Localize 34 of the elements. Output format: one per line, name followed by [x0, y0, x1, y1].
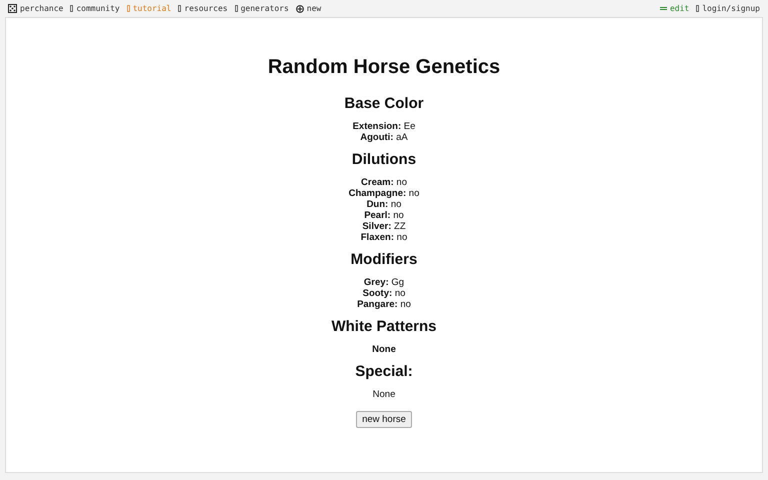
- trait-line: Cream: no: [361, 177, 407, 188]
- nav-link[interactable]: resources: [178, 4, 228, 13]
- section-heading: White Patterns: [331, 318, 436, 335]
- trait-line: Silver: ZZ: [362, 221, 406, 232]
- section-heading: Special:: [355, 363, 413, 380]
- trait-value: None: [372, 344, 396, 355]
- trait-line: Extension: Ee: [352, 121, 416, 132]
- page-title: Random Horse Genetics: [268, 56, 500, 79]
- trait-line: Dun: no: [366, 199, 402, 210]
- trait-line: Sooty: no: [362, 288, 406, 299]
- trait-line: Flaxen: no: [360, 232, 408, 243]
- nav-link[interactable]: new: [296, 4, 322, 13]
- nav-link[interactable]: login/signup: [696, 4, 760, 13]
- section-heading: Base Color: [344, 95, 424, 112]
- dice-icon: [8, 4, 17, 13]
- trait-line: Grey: Gg: [364, 277, 404, 288]
- box-icon: [234, 5, 238, 12]
- nav-link[interactable]: edit: [660, 4, 690, 13]
- section-heading: Dilutions: [352, 151, 416, 168]
- trait-line: Agouti: aA: [360, 132, 408, 143]
- trait-line: Pearl: no: [364, 210, 404, 221]
- section-heading: Modifiers: [350, 251, 418, 268]
- plus-circle-icon: [296, 4, 304, 12]
- trait-line: Champagne: no: [348, 188, 420, 199]
- box-icon: [70, 5, 74, 12]
- box-icon: [178, 5, 182, 12]
- box-icon: [696, 5, 700, 12]
- box-icon: [126, 5, 130, 12]
- trait-line: Pangare: no: [357, 299, 411, 310]
- new-horse-button[interactable]: new horse: [356, 411, 412, 428]
- nav-link[interactable]: generators: [234, 4, 289, 13]
- nav-link[interactable]: community: [70, 4, 120, 13]
- trait-value: None: [372, 389, 396, 400]
- nav-link[interactable]: perchance: [8, 4, 64, 13]
